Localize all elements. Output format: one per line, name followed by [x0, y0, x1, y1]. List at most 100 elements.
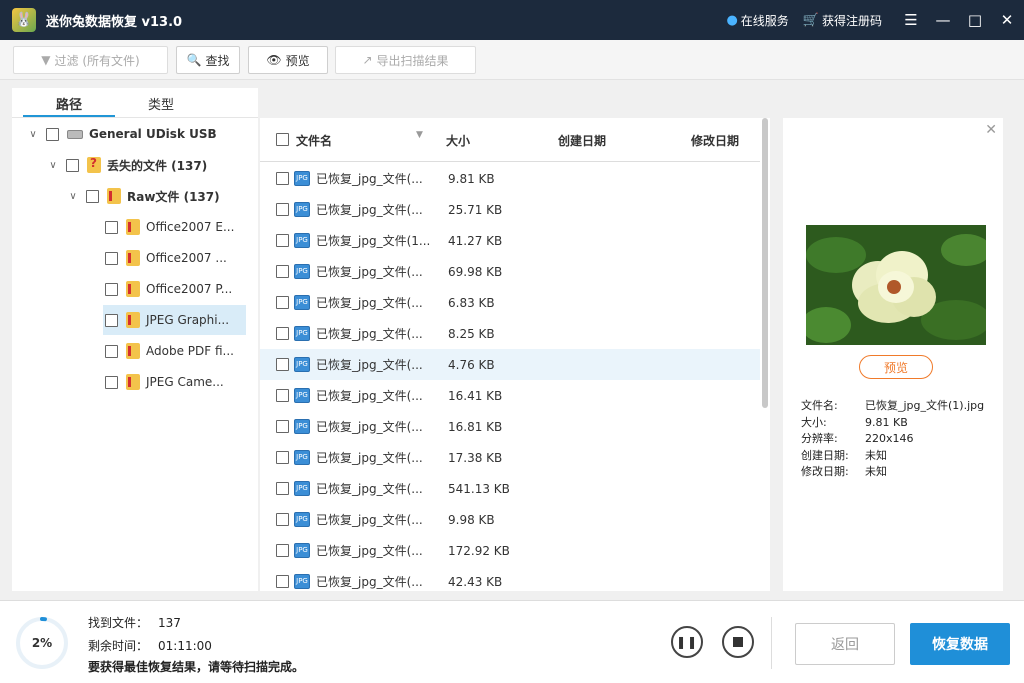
file-row[interactable]: JPG 已恢复_jpg_文件(... 9.98 KB	[260, 504, 760, 535]
tree-checkbox[interactable]	[105, 313, 118, 327]
jpg-file-icon: JPG	[294, 574, 310, 589]
tree-node-drive[interactable]: ∨ General UDisk USB	[26, 119, 216, 149]
recover-data-button[interactable]: 恢复数据	[910, 623, 1010, 665]
tree-node-office2007[interactable]: Office2007 ...	[103, 243, 246, 273]
tree-label: Office2007 E...	[146, 220, 235, 234]
pause-button[interactable]: ❚❚	[671, 626, 703, 658]
file-size: 9.98 KB	[448, 512, 495, 527]
tab-type[interactable]: 类型	[116, 94, 206, 113]
select-all-checkbox[interactable]	[276, 133, 289, 146]
filter-button[interactable]: ▼ 过滤 (所有文件)	[13, 46, 168, 74]
headset-icon: ●	[726, 12, 738, 28]
file-row[interactable]: JPG 已恢复_jpg_文件(... 6.83 KB	[260, 287, 760, 318]
file-row[interactable]: JPG 已恢复_jpg_文件(... 9.81 KB	[260, 163, 760, 194]
close-preview-icon[interactable]: ✕	[985, 122, 997, 138]
row-checkbox[interactable]	[276, 544, 289, 557]
remaining-time-value: 01:11:00	[158, 639, 212, 653]
sort-arrow-icon[interactable]: ▼	[416, 130, 423, 140]
file-row[interactable]: JPG 已恢复_jpg_文件(1... 41.27 KB	[260, 225, 760, 256]
folder-icon	[107, 188, 121, 204]
row-checkbox[interactable]	[276, 513, 289, 526]
search-button[interactable]: 🔍 查找	[176, 46, 240, 74]
tree-checkbox[interactable]	[46, 127, 59, 141]
file-size: 16.81 KB	[448, 419, 503, 434]
tree-node-adobe-pdf[interactable]: Adobe PDF fi...	[103, 336, 246, 366]
preview-image-button[interactable]: 预览	[859, 355, 933, 379]
row-checkbox[interactable]	[276, 389, 289, 402]
file-row[interactable]: JPG 已恢复_jpg_文件(... 8.25 KB	[260, 318, 760, 349]
export-button[interactable]: ↗ 导出扫描结果	[335, 46, 476, 74]
row-checkbox[interactable]	[276, 234, 289, 247]
preview-button[interactable]: 👁 预览	[248, 46, 328, 74]
file-row[interactable]: JPG 已恢复_jpg_文件(... 69.98 KB	[260, 256, 760, 287]
eye-icon: 👁	[266, 53, 282, 67]
tree-node-jpeg-camera[interactable]: JPEG Came...	[103, 367, 246, 397]
status-footer: 2% 找到文件： 137 剩余时间： 01:11:00 要获得最佳恢复结果，请等待扫…	[0, 600, 1024, 683]
file-name: 已恢复_jpg_文件(...	[316, 203, 423, 217]
file-row[interactable]: JPG 已恢复_jpg_文件(... 4.76 KB	[260, 349, 760, 380]
chevron-down-icon[interactable]: ∨	[66, 191, 80, 202]
tree-label: JPEG Graphi...	[146, 313, 230, 327]
file-name: 已恢复_jpg_文件(...	[316, 327, 423, 341]
column-header-created[interactable]: 创建日期	[558, 132, 606, 149]
minimize-icon[interactable]: —	[928, 0, 958, 40]
chevron-down-icon[interactable]: ∨	[26, 129, 40, 140]
back-button[interactable]: 返回	[795, 623, 895, 665]
row-checkbox[interactable]	[276, 327, 289, 340]
column-header-name[interactable]: 文件名	[296, 132, 332, 149]
column-header-size[interactable]: 大小	[446, 132, 470, 149]
found-files-label: 找到文件：	[88, 616, 149, 630]
found-files-line: 找到文件： 137	[88, 614, 181, 631]
row-checkbox[interactable]	[276, 172, 289, 185]
file-name: 已恢复_jpg_文件(...	[316, 358, 423, 372]
tree-checkbox[interactable]	[66, 158, 79, 172]
folder-icon	[126, 250, 140, 266]
file-row[interactable]: JPG 已恢复_jpg_文件(... 172.92 KB	[260, 535, 760, 566]
file-row[interactable]: JPG 已恢复_jpg_文件(... 16.81 KB	[260, 411, 760, 442]
tree-checkbox[interactable]	[105, 251, 118, 265]
row-checkbox[interactable]	[276, 482, 289, 495]
file-name: 已恢复_jpg_文件(...	[316, 544, 423, 558]
search-label: 查找	[205, 53, 230, 68]
list-scrollbar[interactable]	[762, 118, 768, 408]
online-service-link[interactable]: ● 在线服务	[726, 12, 788, 29]
maximize-icon[interactable]: □	[960, 0, 990, 40]
tree-node-jpeg-graphics[interactable]: JPEG Graphi...	[103, 305, 246, 335]
menu-icon[interactable]: ☰	[896, 0, 926, 40]
file-row[interactable]: JPG 已恢复_jpg_文件(... 16.41 KB	[260, 380, 760, 411]
file-row[interactable]: JPG 已恢复_jpg_文件(... 42.43 KB	[260, 566, 760, 597]
tree-checkbox[interactable]	[105, 375, 118, 389]
tab-path[interactable]: 路径	[24, 94, 114, 113]
row-checkbox[interactable]	[276, 575, 289, 588]
file-size: 69.98 KB	[448, 264, 503, 279]
row-checkbox[interactable]	[276, 203, 289, 216]
row-checkbox[interactable]	[276, 451, 289, 464]
tree-checkbox[interactable]	[105, 344, 118, 358]
file-row[interactable]: JPG 已恢复_jpg_文件(... 17.38 KB	[260, 442, 760, 473]
row-checkbox[interactable]	[276, 265, 289, 278]
folder-icon	[126, 281, 140, 297]
row-checkbox[interactable]	[276, 420, 289, 433]
file-row[interactable]: JPG 已恢复_jpg_文件(... 25.71 KB	[260, 194, 760, 225]
title-bar: 🐰 迷你兔数据恢复 v13.0 ● 在线服务 🛒 获得注册码 ☰ — □ ✕	[0, 0, 1024, 40]
app-title: 迷你兔数据恢复 v13.0	[46, 14, 183, 30]
tree-checkbox[interactable]	[105, 282, 118, 296]
jpg-file-icon: JPG	[294, 450, 310, 465]
column-header-modified[interactable]: 修改日期	[691, 132, 739, 149]
tree-node-lost-files[interactable]: ∨ 丢失的文件 (137)	[46, 150, 207, 180]
file-row[interactable]: JPG 已恢复_jpg_文件(... 541.13 KB	[260, 473, 760, 504]
file-name: 已恢复_jpg_文件(...	[316, 451, 423, 465]
tree-checkbox[interactable]	[86, 189, 99, 203]
search-icon: 🔍	[186, 53, 202, 67]
get-code-link[interactable]: 🛒 获得注册码	[803, 12, 882, 29]
row-checkbox[interactable]	[276, 358, 289, 371]
tree-node-office2007-p[interactable]: Office2007 P...	[103, 274, 246, 304]
row-checkbox[interactable]	[276, 296, 289, 309]
tree-checkbox[interactable]	[105, 220, 118, 234]
stop-button[interactable]	[722, 626, 754, 658]
chevron-down-icon[interactable]: ∨	[46, 160, 60, 171]
info-key: 大小:	[801, 415, 827, 429]
tree-node-raw[interactable]: ∨ Raw文件 (137)	[66, 181, 220, 211]
close-icon[interactable]: ✕	[992, 0, 1022, 40]
tree-node-office2007-e[interactable]: Office2007 E...	[103, 212, 246, 242]
